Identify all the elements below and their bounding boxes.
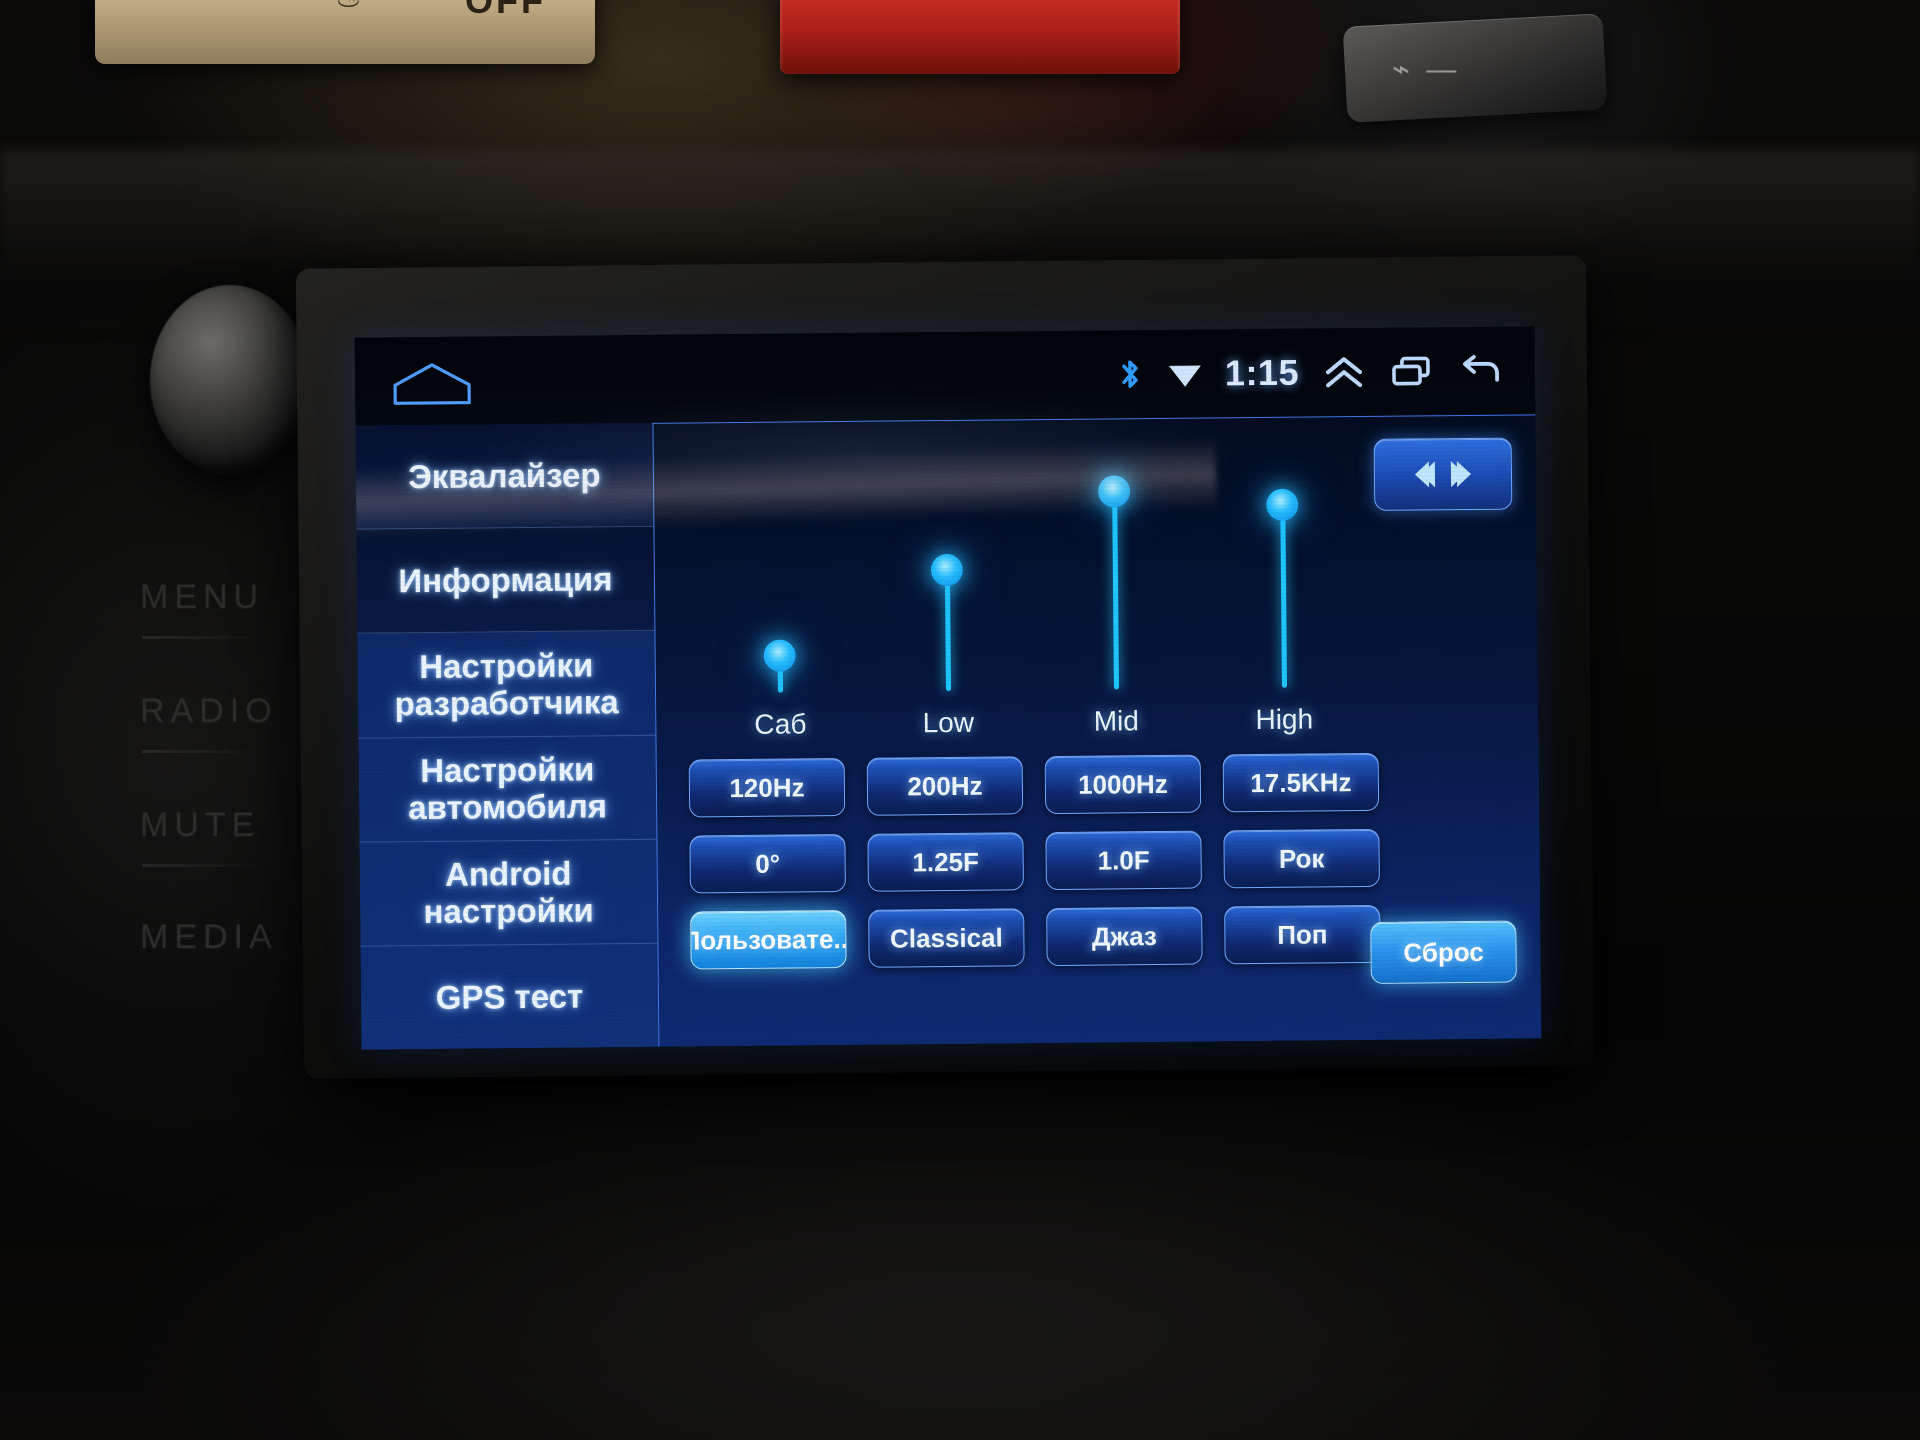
equalizer-button-grid: 120Hz 200Hz 1000Hz 17.5KHz 0° 1.25F 1.0F…: [688, 752, 1381, 970]
android-status-bar: 1:15: [354, 326, 1536, 426]
hazard-button[interactable]: [780, 0, 1180, 74]
screen-content: Эквалайзер Информация Настройки разработч…: [355, 414, 1542, 1050]
back-arrow-icon[interactable]: [1457, 351, 1503, 391]
recent-apps-icon[interactable]: [1389, 351, 1435, 391]
sidebar-item-information[interactable]: Информация: [356, 526, 655, 635]
slider-low[interactable]: Low: [862, 482, 1032, 740]
slider-track[interactable]: [1097, 475, 1131, 690]
slider-thumb[interactable]: [930, 554, 964, 587]
wiper-icon: ⌁ —: [1392, 53, 1461, 86]
off-button-label: OFF: [465, 0, 546, 21]
preset-button-pop[interactable]: Поп: [1224, 904, 1381, 965]
slope-button-1-25f[interactable]: 1.25F: [867, 832, 1024, 892]
hard-key-radio[interactable]: RADIO: [140, 692, 278, 731]
slider-track[interactable]: [1266, 480, 1299, 688]
slider-label-low: Low: [922, 706, 975, 739]
hard-key-divider: [142, 636, 262, 639]
equalizer-sliders: Саб Low Mid High: [694, 475, 1368, 742]
wifi-icon: [1167, 359, 1203, 389]
sidebar-item-equalizer[interactable]: Эквалайзер: [355, 422, 654, 530]
slider-label-high: High: [1255, 703, 1314, 736]
home-outline-icon[interactable]: [389, 359, 475, 408]
slider-thumb[interactable]: [763, 639, 796, 672]
wiper-control-button[interactable]: [1342, 13, 1608, 123]
slider-label-mid: Mid: [1093, 705, 1140, 737]
slider-track[interactable]: [763, 485, 796, 693]
status-icon-group: 1:15: [1115, 350, 1517, 396]
preset-button-jazz[interactable]: Джаз: [1046, 906, 1203, 967]
head-unit-screen: 1:15 Эквалайзер Информация Настройки раз…: [354, 326, 1542, 1050]
freq-button-120hz[interactable]: 120Hz: [688, 757, 846, 818]
sidebar-item-developer[interactable]: Настройки разработчика: [357, 631, 656, 739]
preset-button-custom[interactable]: Пользовате...: [690, 909, 847, 970]
freq-button-200hz[interactable]: 200Hz: [866, 756, 1024, 816]
defrost-icon: ♨: [335, 0, 362, 15]
slider-track[interactable]: [930, 483, 964, 692]
hard-key-menu[interactable]: MENU: [140, 578, 264, 617]
slope-button-1-0f[interactable]: 1.0F: [1045, 830, 1202, 891]
slider-fill: [944, 570, 951, 692]
slider-fill: [1279, 504, 1287, 688]
freq-button-17-5khz[interactable]: 17.5KHz: [1222, 752, 1380, 813]
balance-mirror-button[interactable]: [1373, 437, 1513, 511]
sidebar-item-android-settings[interactable]: Android настройки: [359, 839, 658, 947]
phase-button-0deg[interactable]: 0°: [689, 833, 846, 894]
sidebar-item-gps-test[interactable]: GPS тест: [360, 944, 658, 1050]
hard-key-divider: [142, 750, 262, 753]
phase-slope-row: 0° 1.25F 1.0F Рок: [689, 828, 1380, 894]
sidebar-item-car-settings[interactable]: Настройки автомобиля: [358, 735, 657, 843]
hard-key-divider: [142, 864, 262, 867]
slider-label-sub: Саб: [754, 708, 807, 740]
freq-button-1000hz[interactable]: 1000Hz: [1044, 754, 1202, 815]
equalizer-panel: Саб Low Mid High 120Hz 200Hz 1000Hz 17.5…: [652, 414, 1542, 1047]
status-bar-spacer: [475, 374, 1115, 380]
slider-thumb[interactable]: [1097, 475, 1131, 508]
hard-key-mute[interactable]: MUTE: [140, 806, 260, 845]
settings-sidebar: Эквалайзер Информация Настройки разработч…: [355, 422, 659, 1050]
slider-thumb[interactable]: [1266, 488, 1299, 521]
car-head-unit-photo: ♨ OFF ⌁ — MENU RADIO MUTE MEDIA: [0, 0, 1920, 1440]
preset-button-rock[interactable]: Рок: [1223, 828, 1380, 889]
balance-arrows-icon: [1409, 457, 1477, 492]
slider-fill: [1111, 491, 1119, 690]
bluetooth-icon: [1115, 357, 1145, 391]
slider-sub[interactable]: Саб: [694, 484, 864, 742]
status-clock: 1:15: [1224, 351, 1300, 394]
double-chevron-up-icon[interactable]: [1321, 352, 1367, 392]
preset-button-classical[interactable]: Classical: [868, 908, 1025, 968]
reset-button[interactable]: Сброс: [1370, 920, 1517, 984]
slider-mid[interactable]: Mid: [1030, 475, 1200, 739]
defrost-off-button[interactable]: ♨ OFF: [95, 0, 595, 64]
preset-row: Пользовате... Classical Джаз Поп: [690, 904, 1381, 970]
hard-key-media[interactable]: MEDIA: [140, 918, 278, 957]
slider-high[interactable]: High: [1198, 479, 1368, 737]
crossover-frequency-row: 120Hz 200Hz 1000Hz 17.5KHz: [688, 752, 1380, 818]
volume-knob[interactable]: [150, 285, 310, 475]
